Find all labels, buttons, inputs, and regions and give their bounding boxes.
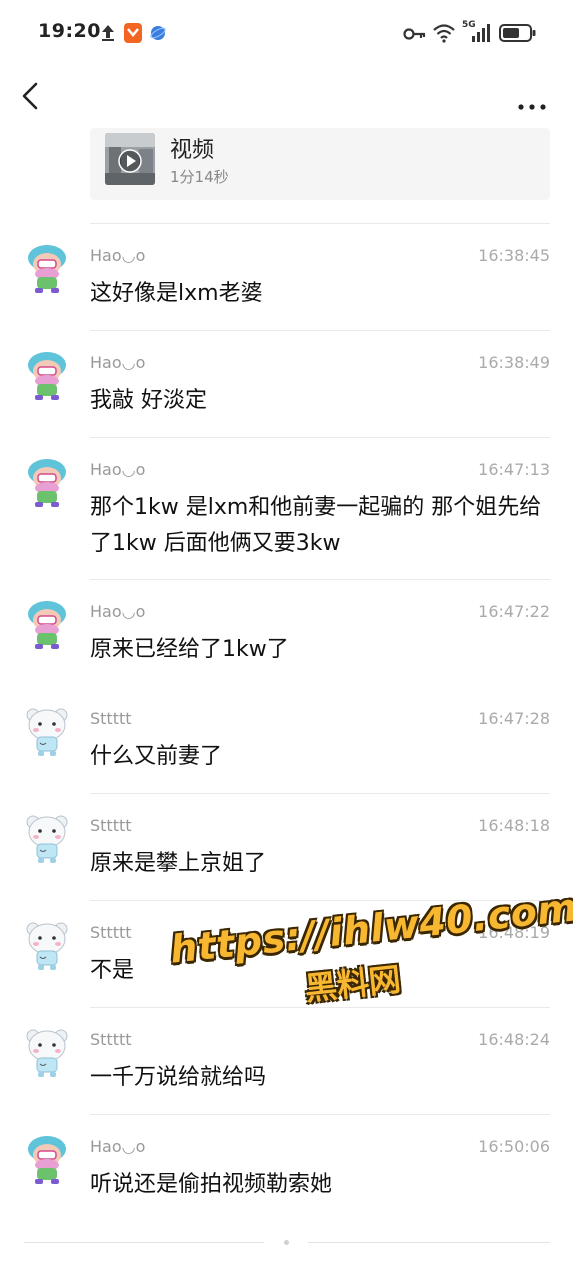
avatar[interactable] — [28, 128, 70, 134]
message-text: 不是 — [90, 958, 135, 983]
more-options-icon[interactable] — [512, 78, 552, 114]
message-time: 16:47:13 — [478, 460, 550, 479]
video-message-card[interactable]: 视频 1分14秒 — [90, 128, 550, 200]
avatar-blue-hair[interactable] — [24, 351, 70, 401]
divider — [308, 1242, 550, 1243]
status-time: 19:20 — [38, 20, 101, 42]
video-duration: 1分14秒 — [170, 168, 229, 186]
avatar-blue-hair[interactable] — [24, 458, 70, 508]
sender-name: Sttttt — [90, 923, 132, 942]
avatar-blue-hair[interactable] — [24, 600, 70, 650]
chat-message[interactable]: Hao◡o 16:38:45 这好像是lxm老婆 — [0, 224, 573, 331]
back-icon[interactable] — [14, 78, 50, 114]
chat-header — [0, 64, 573, 128]
sender-name: Sttttt — [90, 709, 132, 728]
message-time: 16:50:06 — [478, 1137, 550, 1156]
chat-message[interactable]: Sttttt 16:48:24 一千万说给就给吗 — [0, 1008, 573, 1115]
chat-message[interactable]: Sttttt 16:47:28 什么又前妻了 — [0, 687, 573, 794]
sender-name: Hao◡o — [90, 602, 146, 621]
message-text: 原来已经给了1kw了 — [90, 637, 289, 662]
message-time: 16:38:49 — [478, 353, 550, 372]
shield-app-icon — [124, 23, 142, 43]
sender-name: Sttttt — [90, 816, 132, 835]
chat-message[interactable]: Hao◡o 16:47:13 那个1kw 是lxm和他前妻一起骗的 那个姐先给了… — [0, 438, 573, 580]
video-title: 视频 — [170, 138, 215, 163]
signal-icon — [472, 24, 490, 42]
sender-name: Hao◡o — [90, 246, 146, 265]
video-thumbnail[interactable] — [105, 133, 155, 185]
sender-name: Hao◡o — [90, 353, 146, 372]
avatar-bear[interactable] — [24, 1028, 70, 1078]
message-list[interactable]: 视频 1分14秒 Hao◡o 16:38:45 这好像是lxm老婆 Hao◡o … — [0, 128, 573, 1280]
message-text: 我敲 好淡定 — [90, 388, 207, 413]
avatar-bear[interactable] — [24, 707, 70, 757]
sender-name: Hao◡o — [90, 1137, 146, 1156]
chat-message[interactable]: Sttttt 16:48:19 不是 — [0, 901, 573, 1008]
avatar-blue-hair[interactable] — [24, 1135, 70, 1185]
avatar-bear[interactable] — [24, 814, 70, 864]
message-text: 那个1kw 是lxm和他前妻一起骗的 那个姐先给了1kw 后面他俩又要3kw — [90, 495, 542, 556]
video-thumbnail-image — [105, 133, 155, 185]
browser-app-icon — [150, 26, 166, 40]
message-time: 16:47:22 — [478, 602, 550, 621]
status-bar: 19:20 5G — [0, 0, 573, 64]
message-text: 什么又前妻了 — [90, 744, 223, 769]
battery-icon — [499, 24, 536, 42]
message-time: 16:38:45 — [478, 246, 550, 265]
message-time: 16:47:28 — [478, 709, 550, 728]
avatar-bear[interactable] — [24, 921, 70, 971]
chat-message[interactable]: Hao◡o 16:38:49 我敲 好淡定 — [0, 331, 573, 438]
chat-message[interactable]: Hao◡o 16:50:06 听说还是偷拍视频勒索她 — [0, 1115, 573, 1222]
sender-name: Sttttt — [90, 1030, 132, 1049]
message-time: 16:48:24 — [478, 1030, 550, 1049]
wifi-icon — [433, 24, 455, 43]
avatar-blue-hair[interactable] — [24, 244, 70, 294]
message-text: 听说还是偷拍视频勒索她 — [90, 1172, 333, 1197]
sender-name: Hao◡o — [90, 460, 146, 479]
message-text: 这好像是lxm老婆 — [90, 281, 263, 306]
chat-message[interactable]: Sttttt 16:48:18 原来是攀上京姐了 — [0, 794, 573, 901]
page-indicator-dot — [284, 1240, 289, 1245]
message-time: 16:48:19 — [478, 923, 550, 942]
divider — [24, 1242, 264, 1243]
key-icon — [403, 28, 426, 40]
upload-icon — [102, 25, 114, 41]
message-time: 16:48:18 — [478, 816, 550, 835]
chat-message[interactable]: Hao◡o 16:47:22 原来已经给了1kw了 — [0, 580, 573, 687]
message-text: 原来是攀上京姐了 — [90, 851, 267, 876]
message-text: 一千万说给就给吗 — [90, 1065, 267, 1090]
